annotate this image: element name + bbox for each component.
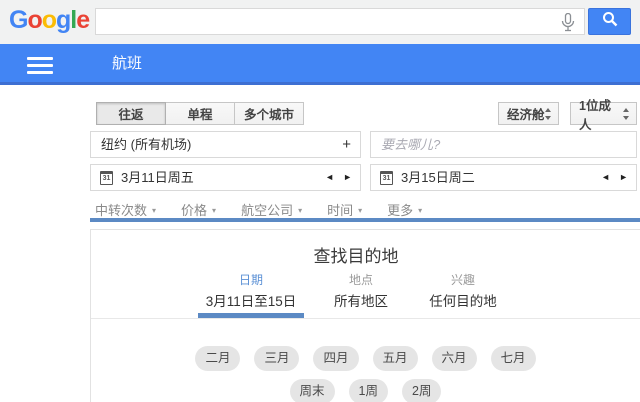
prev-day-arrow-icon[interactable]: ◄ [323,165,336,190]
logo-letter: g [56,6,71,34]
cabin-class-value: 经济舱 [507,108,545,122]
pill-month-jul[interactable]: 七月 [490,346,536,371]
google-search-strip: Google [0,0,640,44]
pill-one-week[interactable]: 1周 [348,379,388,402]
tab-label: 日期 [238,273,263,287]
filter-price[interactable]: 价格 ▾ [181,200,216,219]
caret-down-icon: ▾ [212,206,217,215]
trip-tab-roundtrip[interactable]: 往返 [96,102,166,125]
filter-label: 航空公司 [241,203,294,218]
tab-value: 所有地区 [334,294,388,309]
return-date-value: 3月15日周二 [401,170,475,185]
section-divider-blue [90,218,640,222]
tab-value: 3月11日至15日 [205,294,297,309]
logo-letter: o [41,6,57,34]
destination-field [370,131,637,158]
pill-month-jun[interactable]: 六月 [431,346,477,371]
caret-down-icon: ▾ [298,206,303,215]
origin-input[interactable]: 纽约 (所有机场) + [90,131,361,158]
filter-stops[interactable]: 中转次数 ▾ [95,200,156,219]
pill-weekend[interactable]: 周末 [289,379,335,402]
duration-pill-row: 周末 1周 2周 [91,379,640,402]
tabs-divider [91,318,640,319]
caret-down-icon: ▾ [358,206,363,215]
filter-bar: 中转次数 ▾ 价格 ▾ 航空公司 ▾ 时间 ▾ 更多 ▾ [95,200,422,219]
filter-airlines[interactable]: 航空公司 ▾ [241,200,302,219]
filter-label: 价格 [181,203,208,218]
google-logo[interactable]: Google [9,6,90,35]
spinner-icon [545,107,552,120]
logo-letter: o [27,6,42,34]
departure-date-field[interactable]: 31 3月11日周五 ◄ ► [90,164,361,191]
passengers-select[interactable]: 1位成人 [570,99,637,132]
filter-more[interactable]: 更多 ▾ [387,200,422,219]
calendar-icon: 31 [380,171,393,185]
filter-label: 时间 [327,203,354,218]
logo-letter: e [76,6,90,34]
pill-month-apr[interactable]: 四月 [313,346,359,371]
trip-tab-multicity[interactable]: 多个城市 [234,102,304,125]
filter-times[interactable]: 时间 ▾ [327,200,362,219]
tab-value: 任何目的地 [429,294,497,309]
explore-tab-dates[interactable]: 日期 3月11日至15日 [196,230,306,318]
google-search-input[interactable] [95,8,585,35]
explore-tab-location[interactable]: 地点 所有地区 [306,230,416,309]
trip-type-group: 往返 单程 多个城市 [96,102,304,125]
pill-month-feb[interactable]: 二月 [195,346,241,371]
add-airport-button[interactable]: + [342,132,351,157]
pill-two-weeks[interactable]: 2周 [402,379,442,402]
flights-app-bar: 航班 [0,44,640,85]
cabin-class-select[interactable]: 经济舱 [498,102,559,125]
search-icon [602,11,618,32]
return-date-field[interactable]: 31 3月15日周二 ◄ ► [370,164,637,191]
next-day-arrow-icon[interactable]: ► [341,165,354,190]
tab-label: 地点 [348,273,373,287]
spinner-icon [623,107,630,120]
calendar-icon: 31 [100,171,113,185]
origin-value: 纽约 (所有机场) [101,137,192,152]
prev-day-arrow-icon[interactable]: ◄ [599,165,612,190]
filter-label: 中转次数 [95,203,148,218]
pill-month-mar[interactable]: 三月 [254,346,300,371]
microphone-icon[interactable] [561,12,575,32]
month-pill-row: 二月 三月 四月 五月 六月 七月 [91,346,640,371]
trip-tab-oneway[interactable]: 单程 [165,102,235,125]
explore-tab-interests[interactable]: 兴趣 任何目的地 [408,230,518,309]
explore-destinations-card: 查找目的地 日期 3月11日至15日 地点 所有地区 兴趣 任何目的地 二月 三… [90,229,640,402]
tab-label: 兴趣 [450,273,475,287]
app-title: 航班 [112,55,143,72]
next-day-arrow-icon[interactable]: ► [617,165,630,190]
search-button[interactable] [588,8,631,35]
passengers-value: 1位成人 [579,98,611,132]
destination-input[interactable] [371,132,636,157]
logo-letter: G [9,6,28,34]
departure-date-value: 3月11日周五 [121,170,194,185]
caret-down-icon: ▾ [152,206,157,215]
pill-month-may[interactable]: 五月 [372,346,418,371]
caret-down-icon: ▾ [418,206,423,215]
menu-icon[interactable] [27,57,53,74]
filter-label: 更多 [387,203,414,218]
